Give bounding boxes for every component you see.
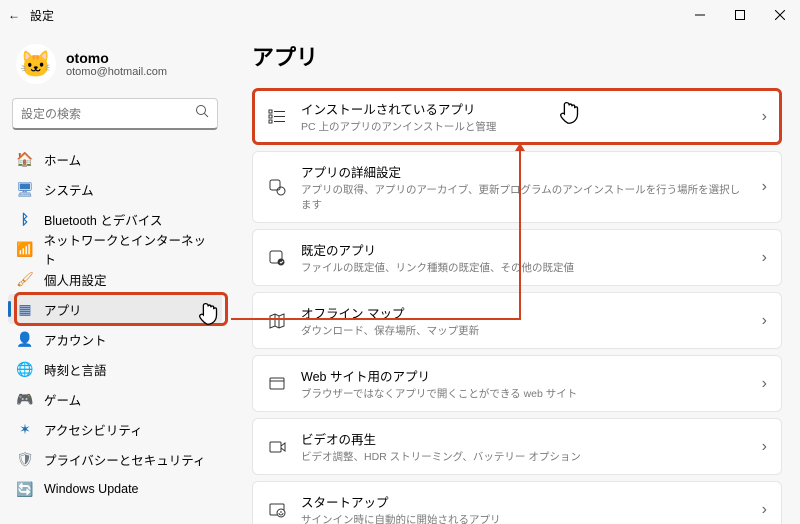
account-icon: 👤 xyxy=(16,331,34,348)
home-icon: 🏠 xyxy=(16,151,34,168)
chevron-right-icon: › xyxy=(762,375,767,393)
card-desc: ビデオ調整、HDR ストリーミング、バッテリー オプション xyxy=(301,449,748,464)
sidebar-item-label: ネットワークとインターネット xyxy=(44,230,214,268)
profile-name: otomo xyxy=(66,50,167,66)
startup-icon xyxy=(267,501,287,519)
sidebar-item-label: Bluetooth とデバイス xyxy=(44,210,162,229)
sidebar-item-label: アクセシビリティ xyxy=(44,420,143,439)
sidebar-item-system[interactable]: 🖥 システム xyxy=(8,174,222,204)
sidebar-item-label: 時刻と言語 xyxy=(44,360,107,379)
back-icon[interactable]: ← xyxy=(8,8,20,22)
sidebar-item-label: アカウント xyxy=(44,330,107,349)
default-app-icon xyxy=(267,249,287,267)
card-desc: PC 上のアプリのアンインストールと管理 xyxy=(301,119,748,134)
titlebar: ← 設定 xyxy=(0,0,800,30)
minimize-button[interactable] xyxy=(680,0,720,30)
card-advanced-app-settings[interactable]: アプリの詳細設定アプリの取得、アプリのアーカイブ、更新プログラムのアンインストー… xyxy=(252,151,782,223)
search-input[interactable] xyxy=(12,98,218,130)
video-icon xyxy=(267,438,287,456)
map-icon xyxy=(267,312,287,330)
website-icon xyxy=(267,375,287,393)
brush-icon: 🖌 xyxy=(16,271,34,288)
profile-email: otomo@hotmail.com xyxy=(66,66,167,78)
sidebar-item-privacy[interactable]: 🛡 プライバシーとセキュリティ xyxy=(8,444,222,474)
globe-icon: 🌐 xyxy=(16,361,34,378)
wifi-icon: 📶 xyxy=(16,241,34,258)
search-icon xyxy=(195,104,209,123)
window-title: 設定 xyxy=(30,7,54,24)
card-title: オフライン マップ xyxy=(301,303,748,322)
sidebar-item-personalization[interactable]: 🖌 個人用設定 xyxy=(8,264,222,294)
card-desc: サインイン時に自動的に開始されるアプリ xyxy=(301,512,748,524)
chevron-right-icon: › xyxy=(762,108,767,126)
card-title: スタートアップ xyxy=(301,492,748,511)
sidebar-item-label: ホーム xyxy=(44,150,81,169)
card-website-apps[interactable]: Web サイト用のアプリブラウザーではなくアプリで開くことができる web サイ… xyxy=(252,355,782,412)
nav: 🏠ホーム 🖥システム ᛒBluetooth とデバイス 📶ネットワークとインター… xyxy=(8,144,222,504)
sidebar-item-label: ゲーム xyxy=(44,390,81,409)
search-field[interactable] xyxy=(21,107,195,121)
main: アプリ インストールされているアプリPC 上のアプリのアンインストールと管理 ›… xyxy=(230,30,800,524)
chevron-right-icon: › xyxy=(762,438,767,456)
chevron-right-icon: › xyxy=(762,312,767,330)
sidebar-item-gaming[interactable]: 🎮 ゲーム xyxy=(8,384,222,414)
card-video-playback[interactable]: ビデオの再生ビデオ調整、HDR ストリーミング、バッテリー オプション › xyxy=(252,418,782,475)
shield-icon: 🛡 xyxy=(16,451,34,468)
card-desc: アプリの取得、アプリのアーカイブ、更新プログラムのアンインストールを行う場所を選… xyxy=(301,182,748,212)
card-desc: ブラウザーではなくアプリで開くことができる web サイト xyxy=(301,386,748,401)
card-offline-maps[interactable]: オフライン マップダウンロード、保存場所、マップ更新 › xyxy=(252,292,782,349)
card-title: Web サイト用のアプリ xyxy=(301,366,748,385)
sidebar: 🐱 otomo otomo@hotmail.com 🏠 ホーム 🖥 システム ᛒ Bl… xyxy=(0,30,230,524)
card-title: インストールされているアプリ xyxy=(301,99,748,118)
card-title: ビデオの再生 xyxy=(301,429,748,448)
sidebar-item-label: Windows Update xyxy=(44,482,139,496)
card-installed-apps[interactable]: インストールされているアプリPC 上のアプリのアンインストールと管理 › xyxy=(252,88,782,145)
card-startup[interactable]: スタートアップサインイン時に自動的に開始されるアプリ › xyxy=(252,481,782,524)
sidebar-item-network[interactable]: 📶ネットワークとインターネット xyxy=(8,234,222,264)
sidebar-item-label: システム xyxy=(44,180,94,199)
card-default-apps[interactable]: 既定のアプリファイルの既定値、リンク種類の既定値、その他の既定値 › xyxy=(252,229,782,286)
maximize-button[interactable] xyxy=(720,0,760,30)
list-icon xyxy=(267,108,287,126)
system-icon: 🖥 xyxy=(16,181,34,198)
profile[interactable]: 🐱 otomo otomo@hotmail.com xyxy=(8,30,222,98)
card-desc: ファイルの既定値、リンク種類の既定値、その他の既定値 xyxy=(301,260,748,275)
sidebar-item-label: プライバシーとセキュリティ xyxy=(44,450,206,469)
sidebar-item-update[interactable]: 🔄 Windows Update xyxy=(8,474,222,504)
gear-app-icon xyxy=(267,178,287,196)
chevron-right-icon: › xyxy=(762,501,767,519)
chevron-right-icon: › xyxy=(762,178,767,196)
accessibility-icon: ✶ xyxy=(16,421,34,438)
card-desc: ダウンロード、保存場所、マップ更新 xyxy=(301,323,748,338)
chevron-right-icon: › xyxy=(762,249,767,267)
sidebar-item-home[interactable]: 🏠 ホーム xyxy=(8,144,222,174)
card-title: 既定のアプリ xyxy=(301,240,748,259)
bluetooth-icon: ᛒ xyxy=(16,211,34,227)
gaming-icon: 🎮 xyxy=(16,391,34,408)
sidebar-item-label: アプリ xyxy=(44,300,82,319)
close-button[interactable] xyxy=(760,0,800,30)
sidebar-item-accessibility[interactable]: ✶ アクセシビリティ xyxy=(8,414,222,444)
apps-icon: ▦ xyxy=(16,301,34,318)
sidebar-item-accounts[interactable]: 👤 アカウント xyxy=(8,324,222,354)
card-title: アプリの詳細設定 xyxy=(301,162,748,181)
sidebar-item-label: 個人用設定 xyxy=(44,270,107,289)
avatar: 🐱 xyxy=(16,44,56,84)
sidebar-item-apps[interactable]: ▦ アプリ xyxy=(8,294,222,324)
page-title: アプリ xyxy=(252,40,782,72)
sidebar-item-time[interactable]: 🌐 時刻と言語 xyxy=(8,354,222,384)
update-icon: 🔄 xyxy=(16,481,34,498)
